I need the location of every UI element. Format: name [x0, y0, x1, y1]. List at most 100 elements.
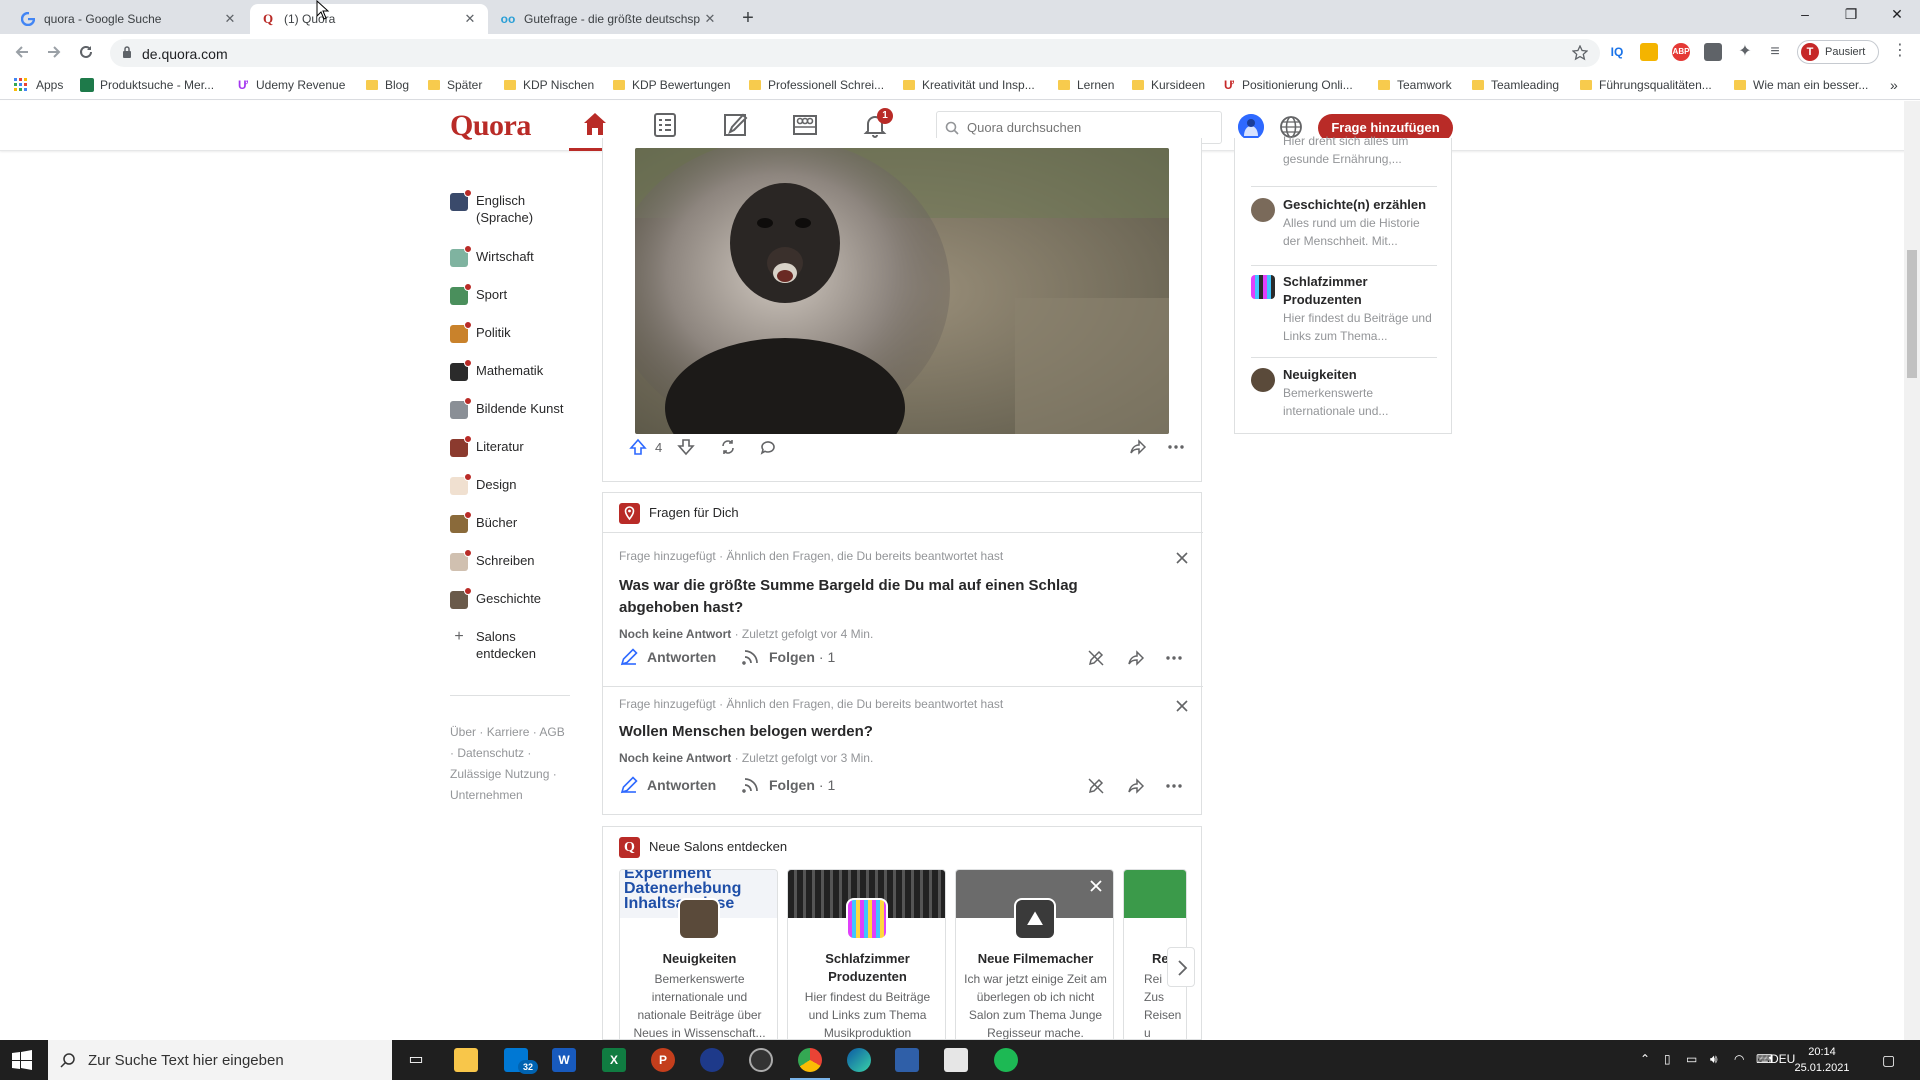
- back-button[interactable]: [12, 42, 32, 62]
- answer-button[interactable]: Antworten: [619, 647, 716, 667]
- sidebar-item-mathematik[interactable]: Mathematik: [450, 359, 543, 398]
- page-scrollbar[interactable]: [1904, 101, 1920, 1040]
- reload-button[interactable]: [76, 42, 96, 62]
- reading-list-icon[interactable]: ≡: [1766, 43, 1784, 61]
- share-button[interactable]: [1129, 438, 1147, 456]
- bookmark-folder[interactable]: Lernen: [1058, 77, 1114, 93]
- share-repost-button[interactable]: [719, 438, 737, 456]
- dismiss-close-icon[interactable]: [1175, 699, 1189, 713]
- spotify-app-icon[interactable]: [994, 1048, 1018, 1072]
- footer-link-karriere[interactable]: Karriere: [487, 725, 530, 739]
- share-arrow-icon[interactable]: [1127, 649, 1145, 667]
- pass-pen-icon[interactable]: [1087, 649, 1105, 667]
- bookmarks-overflow-button[interactable]: »: [1890, 77, 1898, 93]
- follow-button[interactable]: Folgen · 1: [741, 775, 835, 795]
- footer-link-nutzung[interactable]: Zulässige Nutzung: [450, 767, 549, 781]
- space-suggestion[interactable]: Schlafzimmer Produzenten Hier findest du…: [1251, 273, 1437, 349]
- chrome-app-icon[interactable]: [790, 1048, 830, 1080]
- follow-button[interactable]: Folgen · 1: [741, 647, 835, 667]
- profile-avatar-button[interactable]: [1238, 114, 1264, 140]
- footer-link-unternehmen[interactable]: Unternehmen: [450, 788, 523, 802]
- bookmark-folder[interactable]: Später: [428, 77, 482, 93]
- bookmark-folder[interactable]: Kreativität und Insp...: [903, 77, 1035, 93]
- mail-app-icon[interactable]: 32: [504, 1048, 538, 1074]
- excel-app-icon[interactable]: X: [602, 1048, 626, 1072]
- chrome-menu-icon[interactable]: ⋮: [1890, 42, 1910, 62]
- obs-app-icon[interactable]: [749, 1048, 773, 1072]
- bookmark-folder[interactable]: Blog: [366, 77, 409, 93]
- tab-gutefrage[interactable]: oo Gutefrage - die größte deutschsp ✕: [490, 4, 728, 34]
- grid-extension-icon[interactable]: [1704, 43, 1722, 61]
- comment-button[interactable]: [759, 438, 777, 456]
- close-window-button[interactable]: ✕: [1874, 0, 1920, 30]
- bookmark-folder[interactable]: Teamleading: [1472, 77, 1559, 93]
- iq-extension-icon[interactable]: IQ: [1608, 43, 1626, 61]
- dismiss-close-icon[interactable]: [1175, 551, 1189, 565]
- sidebar-item-schreiben[interactable]: Schreiben: [450, 549, 535, 588]
- profile-button[interactable]: T Pausiert: [1797, 40, 1879, 64]
- sidebar-item-design[interactable]: Design: [450, 473, 516, 512]
- downvote-button[interactable]: [677, 438, 695, 456]
- sidebar-item-buecher[interactable]: Bücher: [450, 511, 517, 550]
- powerpoint-app-icon[interactable]: P: [651, 1048, 675, 1072]
- app-icon[interactable]: [895, 1048, 919, 1072]
- adblock-icon[interactable]: ABP: [1672, 43, 1690, 61]
- footer-link-datenschutz[interactable]: Datenschutz: [457, 746, 524, 760]
- tab-close-icon[interactable]: ✕: [462, 11, 478, 27]
- answer-nav-button[interactable]: [713, 110, 757, 140]
- more-options-button[interactable]: [1167, 438, 1185, 456]
- sidebar-item-englisch[interactable]: Englisch (Sprache): [450, 189, 546, 228]
- tray-wifi-icon[interactable]: ◠: [1734, 1052, 1744, 1066]
- app-icon[interactable]: [700, 1048, 724, 1072]
- pass-pen-icon[interactable]: [1087, 777, 1105, 795]
- sidebar-discover-salons[interactable]: + Salons entdecken: [450, 628, 546, 664]
- sidebar-item-politik[interactable]: Politik: [450, 321, 511, 360]
- share-arrow-icon[interactable]: [1127, 777, 1145, 795]
- extension-icon[interactable]: [1640, 43, 1658, 61]
- taskbar-clock[interactable]: 20:14 25.01.2021: [1792, 1044, 1852, 1076]
- footer-link-ueber[interactable]: Über: [450, 725, 476, 739]
- word-app-icon[interactable]: W: [552, 1048, 576, 1072]
- bookmark-folder[interactable]: KDP Nischen: [504, 77, 594, 93]
- file-explorer-icon[interactable]: [454, 1048, 478, 1072]
- space-suggestion[interactable]: Geschichte(n) erzählen Alles rund um die…: [1251, 196, 1437, 258]
- tray-chevron-icon[interactable]: ⌃: [1640, 1052, 1650, 1066]
- salon-card[interactable]: Schlafzimmer Produzenten Hier findest du…: [787, 869, 946, 1039]
- more-dots-icon[interactable]: [1165, 777, 1183, 795]
- notification-center-icon[interactable]: ▢: [1882, 1052, 1895, 1069]
- answer-button[interactable]: Antworten: [619, 775, 716, 795]
- following-nav-button[interactable]: [643, 110, 687, 140]
- tab-close-icon[interactable]: ✕: [702, 11, 718, 27]
- maximize-button[interactable]: ❐: [1828, 0, 1874, 30]
- url-text[interactable]: de.quora.com: [142, 46, 228, 62]
- sidebar-item-literatur[interactable]: Literatur: [450, 435, 524, 474]
- question-title[interactable]: Wollen Menschen belogen werden?: [619, 721, 1139, 743]
- bookmark-folder[interactable]: Teamwork: [1378, 77, 1452, 93]
- footer-link-agb[interactable]: AGB: [539, 725, 564, 739]
- tray-battery-icon[interactable]: ▭: [1686, 1052, 1697, 1066]
- edge-app-icon[interactable]: [847, 1048, 871, 1072]
- tray-network-icon[interactable]: ▯: [1664, 1052, 1671, 1066]
- windows-start-button[interactable]: [12, 1050, 32, 1070]
- taskbar-search-box[interactable]: Zur Suche Text hier eingeben: [48, 1040, 392, 1080]
- bookmark-item[interactable]: Ư Udemy Revenue: [236, 77, 345, 93]
- new-tab-button[interactable]: +: [736, 7, 760, 31]
- minimize-button[interactable]: –: [1782, 0, 1828, 30]
- puzzle-extensions-icon[interactable]: ✦: [1736, 43, 1754, 61]
- bookmark-item[interactable]: Produktsuche - Mer...: [80, 77, 214, 93]
- upvote-button[interactable]: 4: [629, 438, 662, 456]
- spaces-nav-button[interactable]: [783, 110, 827, 140]
- bookmark-apps[interactable]: Apps: [14, 77, 63, 93]
- quora-logo[interactable]: Quora: [450, 109, 531, 143]
- sidebar-item-sport[interactable]: Sport: [450, 283, 507, 322]
- space-suggestion[interactable]: Neuigkeiten Bemerkenswerte international…: [1251, 366, 1437, 428]
- bookmark-folder[interactable]: Führungsqualitäten...: [1580, 77, 1712, 93]
- app-icon[interactable]: [944, 1048, 968, 1072]
- notifications-nav-button[interactable]: 1: [853, 108, 897, 140]
- task-view-icon[interactable]: ▭: [404, 1048, 428, 1072]
- sidebar-item-bildende-kunst[interactable]: Bildende Kunst: [450, 397, 563, 436]
- bookmark-star-icon[interactable]: [1572, 45, 1588, 61]
- tab-close-icon[interactable]: ✕: [222, 11, 238, 27]
- bookmark-folder[interactable]: Professionell Schrei...: [749, 77, 884, 93]
- bookmark-folder[interactable]: Wie man ein besser...: [1734, 77, 1868, 93]
